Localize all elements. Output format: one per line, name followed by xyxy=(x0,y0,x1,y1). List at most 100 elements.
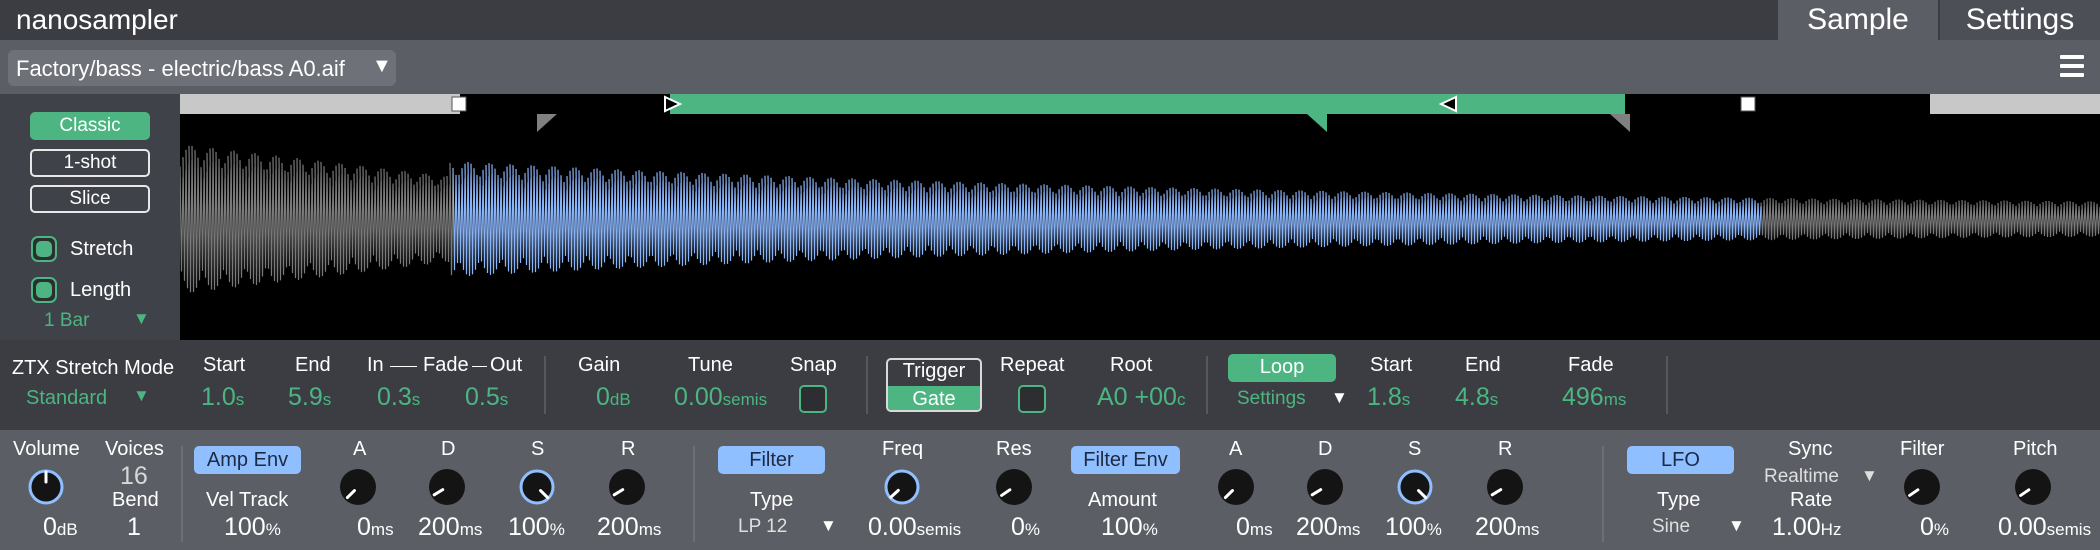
filter-freq-value[interactable]: 0.00semis xyxy=(868,513,961,542)
root-label: Root xyxy=(1110,354,1153,376)
fade-out-value[interactable]: 0.5s xyxy=(465,383,508,412)
sample-file-name: Factory/bass - electric/bass A0.aif xyxy=(16,56,345,81)
filter-release-label: R xyxy=(1498,438,1513,460)
fade-in-label: In xyxy=(367,354,384,376)
length-checkbox[interactable] xyxy=(31,277,57,303)
snap-checkbox[interactable] xyxy=(799,385,827,413)
amp-attack-label: A xyxy=(353,438,367,460)
filter-decay-value[interactable]: 200ms xyxy=(1296,513,1360,542)
amp-release-value[interactable]: 200ms xyxy=(597,513,661,542)
gain-value[interactable]: 0dB xyxy=(596,383,631,412)
lfo-filter-knob[interactable] xyxy=(1902,467,1942,507)
stretch-label: Stretch xyxy=(70,238,134,260)
filter-attack-knob[interactable] xyxy=(1216,467,1256,507)
knob-body xyxy=(429,469,465,505)
bend-value[interactable]: 1 xyxy=(127,513,141,542)
lfo-type-label: Type xyxy=(1657,489,1701,511)
lfo-rate-label: Rate xyxy=(1790,489,1833,511)
amp-sustain-value[interactable]: 100% xyxy=(508,513,565,542)
filter-freq-knob[interactable] xyxy=(882,467,922,507)
amp-attack-knob[interactable] xyxy=(338,467,378,507)
mode-classic-button[interactable]: Classic xyxy=(30,112,150,140)
sample-end-handle xyxy=(1740,96,1756,112)
end-value[interactable]: 5.9s xyxy=(288,383,331,412)
loop-start-value[interactable]: 1.8s xyxy=(1367,383,1410,412)
amp-env-button[interactable]: Amp Env xyxy=(194,446,301,474)
amp-release-knob[interactable] xyxy=(607,467,647,507)
filter-decay-knob[interactable] xyxy=(1305,467,1345,507)
fade-in-value[interactable]: 0.3s xyxy=(377,383,420,412)
volume-knob[interactable] xyxy=(26,467,66,507)
lfo-button[interactable]: LFO xyxy=(1627,446,1734,474)
lfo-pitch-value[interactable]: 0.00semis xyxy=(1998,513,2091,542)
volume-label: Volume xyxy=(13,438,80,460)
mode-oneshot-button[interactable]: 1-shot xyxy=(30,149,150,177)
hamburger-menu-icon[interactable] xyxy=(2060,55,2084,79)
lfo-type-dropdown[interactable]: Sine xyxy=(1652,516,1690,538)
amp-decay-label: D xyxy=(441,438,456,460)
tab-sample[interactable]: Sample xyxy=(1778,0,1938,40)
knob-body xyxy=(2015,469,2051,505)
filter-release-value[interactable]: 200ms xyxy=(1475,513,1539,542)
filter-env-button[interactable]: Filter Env xyxy=(1071,446,1180,474)
loop-start-label: Start xyxy=(1370,354,1413,376)
chevron-down-icon: ▼ xyxy=(1861,466,1878,485)
knob-body xyxy=(1307,469,1343,505)
loop-end-value[interactable]: 4.8s xyxy=(1455,383,1498,412)
amp-sustain-label: S xyxy=(531,438,545,460)
filter-sustain-value[interactable]: 100% xyxy=(1385,513,1442,542)
loop-region-bar xyxy=(670,94,1625,114)
filter-decay-label: D xyxy=(1318,438,1333,460)
chevron-down-icon: ▼ xyxy=(372,55,392,77)
filter-res-value[interactable]: 0% xyxy=(1011,513,1040,542)
amp-attack-value[interactable]: 0ms xyxy=(357,513,394,542)
root-note-value[interactable]: A0 +00c xyxy=(1097,383,1185,412)
gate-button[interactable]: Gate xyxy=(886,388,982,411)
lfo-rate-value[interactable]: 1.00Hz xyxy=(1772,513,1841,542)
filter-res-knob[interactable] xyxy=(994,467,1034,507)
filter-attack-value[interactable]: 0ms xyxy=(1236,513,1273,542)
mode-slice-button[interactable]: Slice xyxy=(30,185,150,213)
lfo-filter-value[interactable]: 0% xyxy=(1920,513,1949,542)
filter-env-amount-value[interactable]: 100% xyxy=(1101,513,1158,542)
repeat-checkbox[interactable] xyxy=(1018,385,1046,413)
snap-label: Snap xyxy=(790,354,837,376)
loop-fade-value[interactable]: 496ms xyxy=(1562,383,1626,412)
amp-decay-knob[interactable] xyxy=(427,467,467,507)
filter-release-knob[interactable] xyxy=(1485,467,1525,507)
end-label: End xyxy=(295,354,331,376)
fade-label: Fade xyxy=(423,354,469,376)
knob-body xyxy=(609,469,645,505)
amp-decay-value[interactable]: 200ms xyxy=(418,513,482,542)
filter-type-dropdown[interactable]: LP 12 xyxy=(738,516,787,538)
sample-start-handle xyxy=(451,96,467,112)
filter-res-label: Res xyxy=(996,438,1032,460)
loop-fade-label: Fade xyxy=(1568,354,1614,376)
start-value[interactable]: 1.0s xyxy=(201,383,244,412)
amp-sustain-knob[interactable] xyxy=(517,467,557,507)
loop-toggle-button[interactable]: Loop xyxy=(1228,356,1336,379)
voices-label: Voices xyxy=(105,438,164,460)
bend-label: Bend xyxy=(112,489,159,511)
divider xyxy=(1206,356,1208,414)
length-value-dropdown[interactable]: 1 Bar xyxy=(44,310,89,332)
tune-value[interactable]: 0.00semis xyxy=(674,383,767,412)
ztx-mode-dropdown[interactable]: Standard xyxy=(26,387,107,410)
knob-body xyxy=(340,469,376,505)
filter-freq-label: Freq xyxy=(882,438,924,460)
stretch-checkbox[interactable] xyxy=(31,236,57,262)
voices-value[interactable]: 16 xyxy=(120,462,148,491)
tab-settings[interactable]: Settings xyxy=(1940,0,2100,40)
volume-value[interactable]: 0dB xyxy=(43,513,78,542)
filter-sustain-label: S xyxy=(1408,438,1422,460)
filter-button[interactable]: Filter xyxy=(718,446,825,474)
filter-env-amount-label: Amount xyxy=(1088,489,1157,511)
trigger-button[interactable]: Trigger xyxy=(886,360,982,383)
length-label: Length xyxy=(70,279,132,301)
lfo-sync-dropdown[interactable]: Realtime xyxy=(1764,466,1839,488)
loop-settings-dropdown[interactable]: Settings xyxy=(1237,388,1306,410)
start-label: Start xyxy=(203,354,246,376)
filter-sustain-knob[interactable] xyxy=(1395,467,1435,507)
vel-track-value[interactable]: 100% xyxy=(224,513,281,542)
lfo-pitch-knob[interactable] xyxy=(2013,467,2053,507)
